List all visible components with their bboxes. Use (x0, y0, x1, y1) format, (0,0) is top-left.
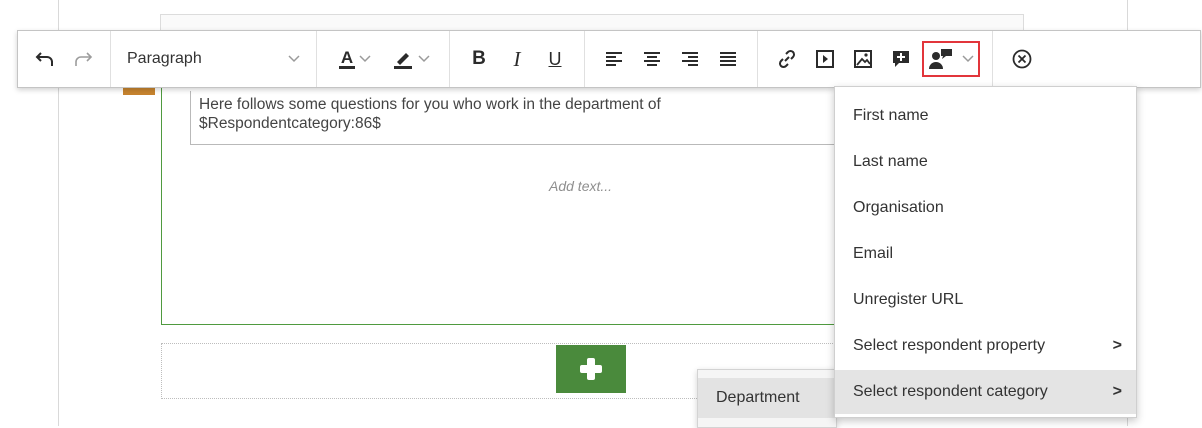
dropdown-item-last-name[interactable]: Last name (835, 140, 1136, 184)
close-group (993, 31, 1051, 87)
image-button[interactable] (846, 42, 880, 76)
respondent-category-submenu: Department (697, 369, 837, 428)
text-color-button[interactable]: A (329, 42, 381, 76)
align-center-button[interactable] (635, 42, 669, 76)
history-group (18, 31, 111, 87)
redo-button[interactable] (66, 42, 100, 76)
align-left-button[interactable] (597, 42, 631, 76)
editor-toolbar: Paragraph A B I U (17, 30, 1201, 88)
add-comment-button[interactable] (884, 42, 918, 76)
highlight-icon (394, 53, 412, 69)
chevron-down-icon (418, 55, 430, 63)
video-button[interactable] (808, 42, 842, 76)
align-justify-button[interactable] (711, 42, 745, 76)
question-text-line: $Respondentcategory:86$ (199, 115, 381, 132)
italic-button[interactable]: I (500, 42, 534, 76)
paragraph-select-label: Paragraph (127, 50, 202, 67)
chevron-right-icon: > (1112, 383, 1122, 400)
undo-button[interactable] (28, 42, 62, 76)
dropdown-item-label: Select respondent property (853, 337, 1046, 354)
close-circle-icon (1012, 49, 1032, 69)
italic-icon: I (513, 46, 521, 71)
dropdown-item-respondent-property[interactable]: Select respondent property > (835, 324, 1136, 368)
align-right-icon (682, 52, 698, 66)
personalize-icon (929, 49, 952, 69)
dropdown-item-label: Select respondent category (853, 383, 1048, 400)
dropdown-item-organisation[interactable]: Organisation (835, 186, 1136, 230)
format-group: B I U (450, 31, 585, 87)
chevron-right-icon: > (1112, 337, 1122, 354)
question-text-line: Here follows some questions for you who … (199, 96, 661, 113)
undo-icon (35, 52, 53, 66)
color-group: A (317, 31, 450, 87)
paragraph-select[interactable]: Paragraph (121, 42, 306, 76)
dropdown-item-label: Last name (853, 153, 928, 170)
dropdown-item-label: First name (853, 107, 929, 124)
align-center-icon (644, 52, 660, 66)
highlight-color-button[interactable] (385, 42, 437, 76)
submenu-item-department[interactable]: Department (698, 378, 836, 418)
personalize-button[interactable] (922, 41, 980, 77)
text-color-icon: A (338, 48, 356, 69)
dropdown-item-label: Unregister URL (853, 291, 964, 308)
personalize-dropdown: First name Last name Organisation Email … (834, 86, 1137, 418)
video-icon (816, 50, 834, 68)
add-text-placeholder[interactable]: Add text... (549, 178, 612, 194)
add-comment-icon (893, 51, 909, 67)
align-group (585, 31, 758, 87)
chevron-down-icon (962, 55, 974, 63)
dropdown-item-label: Email (853, 245, 894, 262)
underline-icon: U (548, 48, 562, 69)
paragraph-group: Paragraph (111, 31, 317, 87)
question-text-field[interactable]: Here follows some questions for you who … (190, 91, 850, 145)
chevron-down-icon (288, 55, 300, 63)
bold-button[interactable]: B (462, 42, 496, 76)
redo-icon (75, 52, 93, 66)
align-right-button[interactable] (673, 42, 707, 76)
align-justify-icon (720, 52, 736, 66)
link-icon (778, 49, 796, 69)
dropdown-item-respondent-category[interactable]: Select respondent category > (835, 370, 1136, 414)
underline-button[interactable]: U (538, 42, 572, 76)
image-icon (854, 50, 872, 68)
close-editor-button[interactable] (1005, 42, 1039, 76)
insert-group (758, 31, 993, 87)
align-left-icon (606, 52, 622, 66)
dropdown-item-unregister-url[interactable]: Unregister URL (835, 278, 1136, 322)
background-strip (160, 14, 1024, 31)
chevron-down-icon (359, 55, 371, 63)
add-block-button[interactable] (556, 345, 626, 393)
dropdown-item-first-name[interactable]: First name (835, 94, 1136, 138)
link-button[interactable] (770, 42, 804, 76)
bold-icon: B (472, 48, 486, 69)
plus-icon (580, 358, 602, 380)
dropdown-item-email[interactable]: Email (835, 232, 1136, 276)
dropdown-item-label: Organisation (853, 199, 944, 216)
